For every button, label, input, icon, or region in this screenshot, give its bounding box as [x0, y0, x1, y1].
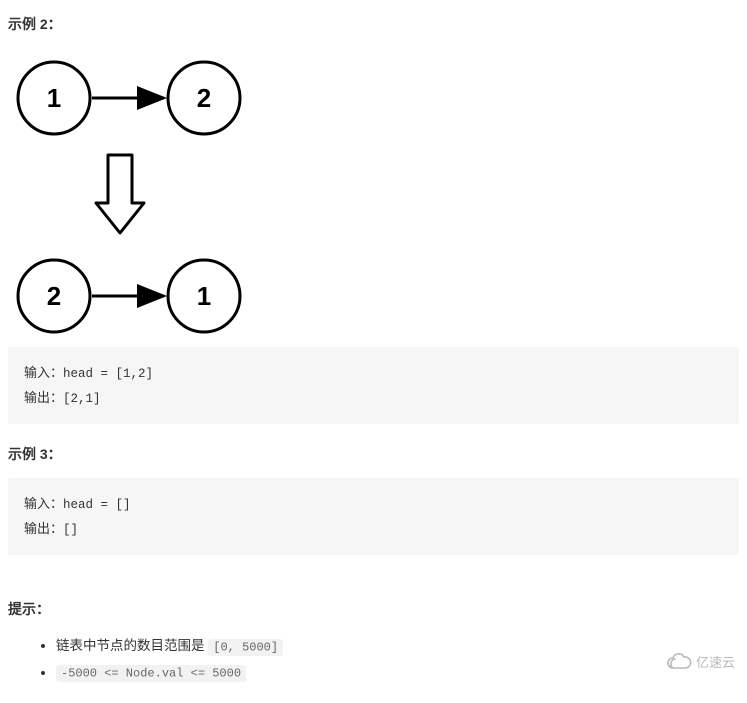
- input-line: 输入：head = [1,2]: [24, 361, 723, 386]
- node-value: 2: [197, 83, 211, 113]
- output-label: 输出：: [24, 390, 63, 405]
- output-code: []: [63, 523, 78, 537]
- node-value: 2: [47, 281, 61, 311]
- cloud-icon: [666, 653, 692, 671]
- example-2-heading: 示例 2：: [8, 14, 739, 34]
- example-3-io: 输入：head = [] 输出：[]: [8, 478, 739, 555]
- watermark: 亿速云: [666, 652, 735, 671]
- node-value: 1: [47, 83, 61, 113]
- hint-text: 链表中节点的数目范围是: [56, 638, 208, 653]
- output-label: 输出：: [24, 521, 63, 536]
- example-2-io: 输入：head = [1,2] 输出：[2,1]: [8, 347, 739, 424]
- input-line: 输入：head = []: [24, 492, 723, 517]
- output-line: 输出：[]: [24, 517, 723, 542]
- input-code: head = [1,2]: [63, 367, 153, 381]
- input-code: head = []: [63, 498, 131, 512]
- hint-item: 链表中节点的数目范围是 [0, 5000]: [56, 635, 739, 658]
- hint-item: -5000 <= Node.val <= 5000: [56, 662, 739, 685]
- hints-heading: 提示：: [8, 599, 739, 619]
- input-label: 输入：: [24, 496, 63, 511]
- output-code: [2,1]: [63, 392, 101, 406]
- output-line: 输出：[2,1]: [24, 386, 723, 411]
- watermark-text: 亿速云: [696, 652, 735, 671]
- hint-inline-code: [0, 5000]: [208, 639, 283, 656]
- node-value: 1: [197, 281, 211, 311]
- example-3-heading: 示例 3：: [8, 444, 739, 464]
- hint-inline-code: -5000 <= Node.val <= 5000: [56, 665, 246, 682]
- hints-list: 链表中节点的数目范围是 [0, 5000] -5000 <= Node.val …: [8, 635, 739, 685]
- linked-list-diagram: 1 2 2 1: [8, 48, 739, 341]
- input-label: 输入：: [24, 365, 63, 380]
- transform-arrow-icon: [96, 155, 144, 233]
